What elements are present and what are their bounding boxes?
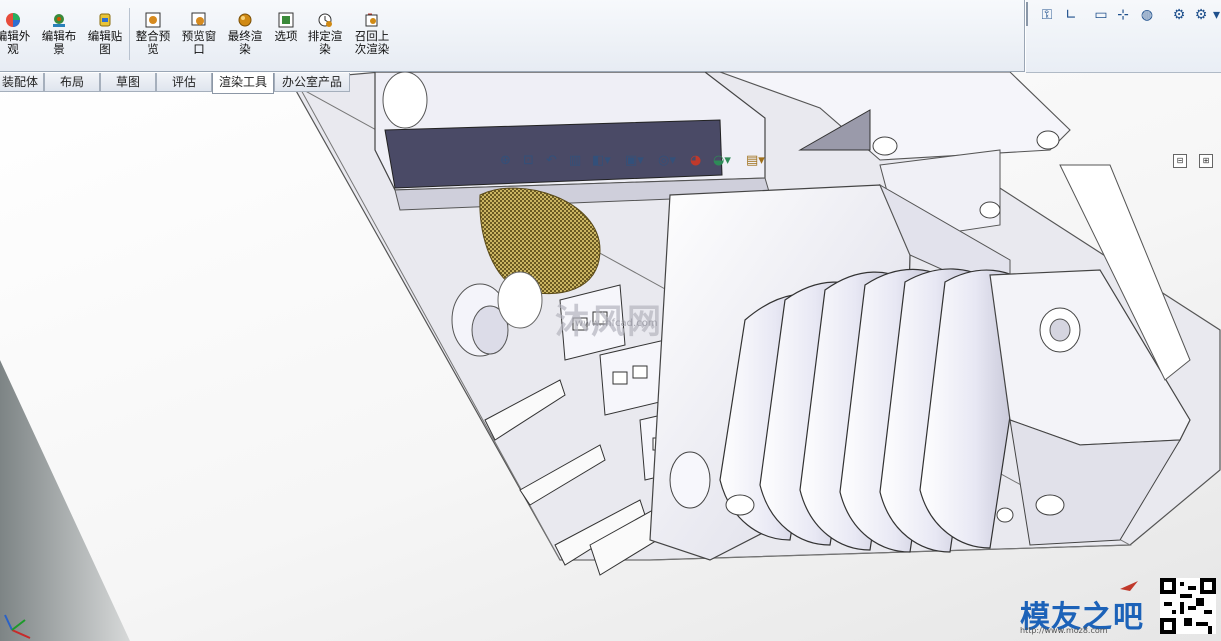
globe-icon[interactable]: ◍ [1138,6,1156,24]
tab-layout[interactable]: 布局 [44,73,100,92]
tile-view-icon[interactable]: ⊟ [1173,154,1187,168]
recall-last-render-button[interactable]: 召回上 次渲染 [350,12,394,56]
integrated-preview-button[interactable]: 整合预 览 [134,12,172,56]
graphics-viewport[interactable]: ⊕ ⊡ ↶ ▥ ◧▾ ▣▾ ◎▾ ◕ ◒▾ ▤▾ ⊟ ⊞ 沐风网 www.mfc… [0,72,1221,641]
tab-evaluate[interactable]: 评估 [156,73,212,92]
final-render-icon [238,13,252,27]
edit-scene-button[interactable]: 编辑布 景 [40,12,78,56]
right-toolbar: ⚿ ∟ ▭ ⊹ ◍ ⚙ ⚙ ▾ [1026,0,1221,73]
tab-assembly[interactable]: 装配体 [0,73,44,92]
floor-shadow [0,360,130,641]
command-manager-ribbon: 编辑外 观 编辑布 景 编辑贴 图 整合预 览 预览窗 口 最终渲 染 选项 排… [0,0,1025,72]
gear-icon[interactable]: ⚙ [1170,6,1188,24]
integrated-preview-icon [145,12,161,28]
preview-window-button[interactable]: 预览窗 口 [180,12,218,56]
section-view-icon[interactable]: ▥ [569,152,581,170]
display-style-icon[interactable]: ▣▾ [625,152,644,170]
edit-scene-icon [53,14,65,27]
zoom-area-icon[interactable]: ⊡ [523,152,534,170]
options-icon [278,12,294,28]
chevron-down-icon[interactable]: ▾ [1212,6,1221,24]
key-icon[interactable]: ⚿ [1038,6,1056,24]
options-button[interactable]: 选项 [270,12,302,43]
preview-window-icon [191,12,206,26]
hide-show-items-icon[interactable]: ◎▾ [658,152,676,170]
network-icon[interactable]: ⊹ [1114,6,1132,24]
schedule-render-button[interactable]: 排定渲 染 [306,12,344,56]
qr-code [1160,578,1216,634]
view-settings-icon[interactable]: ▤▾ [746,152,765,170]
tab-sketch[interactable]: 草图 [100,73,156,92]
angle-icon[interactable]: ∟ [1062,6,1080,24]
previous-view-icon[interactable]: ↶ [546,152,557,170]
restore-view-icon[interactable]: ⊞ [1199,154,1213,168]
watermark-center-url: www.mfcad.com [575,318,658,329]
view-orientation-icon[interactable]: ◧▾ [592,152,611,170]
edit-appearance-icon [6,13,20,27]
tab-office-products[interactable]: 办公室产品 [274,73,350,92]
edit-decal-icon [99,13,111,27]
tab-render-tools[interactable]: 渲染工具 [212,73,274,94]
edit-appearance-view-icon[interactable]: ◕ [690,152,701,170]
apply-scene-icon[interactable]: ◒▾ [713,152,731,170]
brand-url: http://www.moz8.com [1020,626,1108,635]
ribbon-separator [129,8,130,60]
monitor-icon[interactable]: ▭ [1092,6,1110,24]
top-hole [382,72,428,129]
schedule-render-icon [318,13,332,27]
heat-sink-fins [719,268,1031,553]
final-render-button[interactable]: 最终渲 染 [226,12,264,56]
edit-appearance-button[interactable]: 编辑外 观 [0,12,32,56]
recall-last-render-icon [365,13,378,27]
settings-gear-icon[interactable]: ⚙ [1192,6,1210,24]
zoom-to-fit-icon[interactable]: ⊕ [500,152,511,170]
edit-decal-button[interactable]: 编辑贴 图 [86,12,124,56]
plane-logo-icon [1102,581,1138,597]
